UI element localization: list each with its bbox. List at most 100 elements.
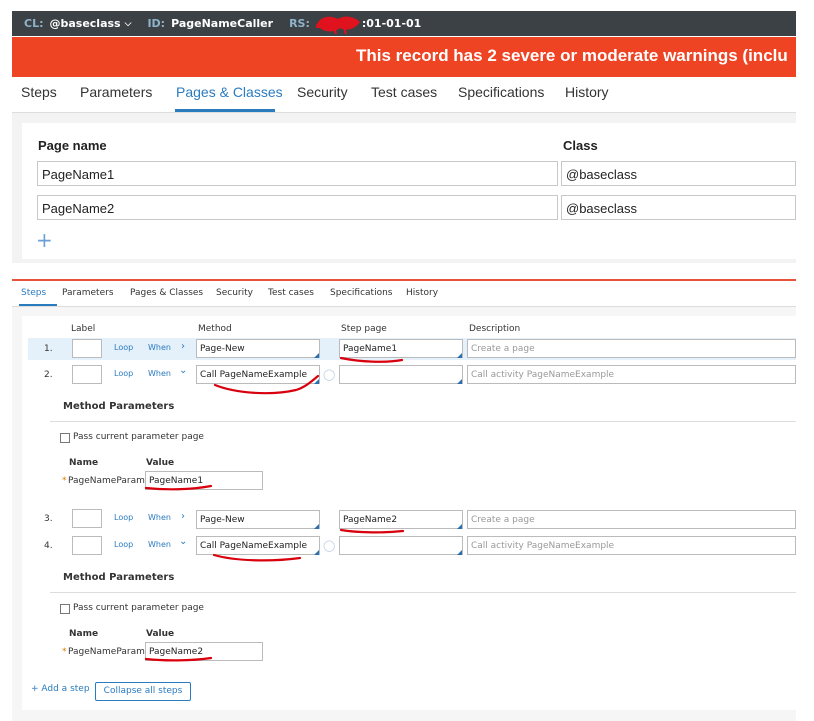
tab-test-cases[interactable]: Test cases bbox=[371, 84, 437, 100]
id-group: ID: PageNameCaller bbox=[147, 17, 273, 30]
chevron-down-icon[interactable]: ⌄ bbox=[179, 536, 187, 547]
step-page-input[interactable] bbox=[339, 536, 463, 555]
when-link[interactable]: When bbox=[148, 540, 171, 549]
loop-link[interactable]: Loop bbox=[114, 540, 133, 549]
col-header-label: Label bbox=[71, 324, 96, 334]
tab-history[interactable]: History bbox=[406, 288, 438, 298]
method-parameters-title: Method Parameters bbox=[63, 401, 175, 412]
step-label-input[interactable] bbox=[72, 509, 102, 528]
gear-icon[interactable]: ◯ bbox=[323, 539, 335, 552]
step-page-input[interactable] bbox=[339, 365, 463, 384]
cl-label: CL: bbox=[24, 17, 44, 30]
param-col-name: Name bbox=[69, 458, 99, 468]
tab-security[interactable]: Security bbox=[297, 84, 348, 100]
record-tabs-small: Steps Parameters Pages & Classes Securit… bbox=[12, 282, 796, 307]
id-value: PageNameCaller bbox=[171, 17, 274, 30]
step-label-input[interactable] bbox=[72, 365, 102, 384]
param-col-value: Value bbox=[146, 629, 175, 639]
gear-icon[interactable]: ◯ bbox=[323, 368, 335, 381]
when-link[interactable]: When bbox=[148, 513, 171, 522]
page-name-input[interactable]: PageName1 bbox=[37, 161, 558, 186]
step-number: 2. bbox=[44, 370, 53, 380]
add-step-link[interactable]: + Add a step bbox=[31, 684, 90, 694]
when-link[interactable]: When bbox=[148, 369, 171, 378]
param-value-input[interactable]: PageName1 bbox=[145, 471, 263, 490]
param-col-name: Name bbox=[69, 629, 99, 639]
tab-parameters[interactable]: Parameters bbox=[62, 288, 114, 298]
class-input[interactable]: @baseclass bbox=[561, 195, 796, 220]
param-value-input[interactable]: PageName2 bbox=[145, 642, 263, 661]
required-icon: * bbox=[62, 647, 67, 657]
method-input[interactable]: Call PageNameExample bbox=[196, 536, 320, 555]
step-page-input[interactable]: PageName2 bbox=[339, 510, 463, 529]
step-page-input[interactable]: PageName1 bbox=[339, 339, 463, 358]
step-label-input[interactable] bbox=[72, 536, 102, 555]
method-input[interactable]: Page-New bbox=[196, 339, 320, 358]
tab-parameters[interactable]: Parameters bbox=[80, 84, 152, 100]
redaction-scribble bbox=[314, 14, 362, 34]
active-tab-indicator bbox=[175, 109, 275, 112]
tab-steps[interactable]: Steps bbox=[21, 84, 57, 100]
autocomplete-corner-icon bbox=[457, 550, 462, 555]
description-input[interactable]: Create a page bbox=[467, 510, 796, 529]
chevron-right-icon[interactable]: › bbox=[181, 341, 185, 352]
loop-link[interactable]: Loop bbox=[114, 343, 133, 352]
tab-specifications[interactable]: Specifications bbox=[330, 288, 392, 298]
param-name: PageNameParam bbox=[68, 476, 145, 486]
col-header-class: Class bbox=[563, 138, 598, 153]
divider bbox=[50, 421, 796, 422]
pages-classes-card bbox=[22, 123, 796, 259]
autocomplete-corner-icon bbox=[457, 353, 462, 358]
tab-security[interactable]: Security bbox=[216, 288, 253, 298]
method-input[interactable]: Page-New bbox=[196, 510, 320, 529]
chevron-down-icon[interactable]: ⌵ bbox=[125, 19, 132, 29]
pass-param-page-label: Pass current parameter page bbox=[73, 432, 204, 442]
record-tabs: Steps Parameters Pages & Classes Securit… bbox=[12, 78, 796, 113]
pass-param-page-checkbox[interactable] bbox=[60, 604, 70, 614]
step-label-input[interactable] bbox=[72, 339, 102, 358]
autocomplete-corner-icon bbox=[314, 379, 319, 384]
pass-param-page-checkbox[interactable] bbox=[60, 433, 70, 443]
autocomplete-corner-icon bbox=[314, 550, 319, 555]
class-input[interactable]: @baseclass bbox=[561, 161, 796, 186]
tab-pages-classes[interactable]: Pages & Classes bbox=[130, 288, 203, 298]
col-header-description: Description bbox=[469, 324, 521, 334]
description-input[interactable]: Create a page bbox=[467, 339, 796, 358]
required-icon: * bbox=[62, 476, 67, 486]
tab-steps[interactable]: Steps bbox=[21, 288, 46, 298]
rs-group: RS: :01-01-01 bbox=[289, 14, 421, 34]
tab-test-cases[interactable]: Test cases bbox=[268, 288, 314, 298]
description-input[interactable]: Call activity PageNameExample bbox=[467, 365, 796, 384]
chevron-down-icon[interactable]: ⌄ bbox=[179, 365, 187, 376]
step-number: 1. bbox=[44, 344, 53, 354]
warning-banner[interactable]: This record has 2 severe or moderate war… bbox=[12, 37, 796, 77]
param-col-value: Value bbox=[146, 458, 175, 468]
autocomplete-corner-icon bbox=[457, 524, 462, 529]
autocomplete-corner-icon bbox=[457, 379, 462, 384]
loop-link[interactable]: Loop bbox=[114, 513, 133, 522]
method-parameters-title: Method Parameters bbox=[63, 572, 175, 583]
step-number: 3. bbox=[44, 514, 53, 524]
col-header-method: Method bbox=[198, 324, 232, 334]
method-input[interactable]: Call PageNameExample bbox=[196, 365, 320, 384]
rs-label: RS: bbox=[289, 17, 310, 30]
when-link[interactable]: When bbox=[148, 343, 171, 352]
loop-link[interactable]: Loop bbox=[114, 369, 133, 378]
class-group[interactable]: CL: @baseclass ⌵ bbox=[24, 17, 131, 30]
warning-text: This record has 2 severe or moderate war… bbox=[356, 46, 788, 65]
plus-icon[interactable]: + bbox=[36, 230, 53, 250]
divider bbox=[50, 592, 796, 593]
description-input[interactable]: Call activity PageNameExample bbox=[467, 536, 796, 555]
pass-param-page-label: Pass current parameter page bbox=[73, 603, 204, 613]
tab-history[interactable]: History bbox=[565, 84, 609, 100]
tab-pages-classes[interactable]: Pages & Classes bbox=[176, 84, 283, 100]
rs-value: :01-01-01 bbox=[361, 17, 422, 30]
chevron-right-icon[interactable]: › bbox=[181, 511, 185, 522]
autocomplete-corner-icon bbox=[314, 524, 319, 529]
step-number: 4. bbox=[44, 541, 53, 551]
autocomplete-corner-icon bbox=[314, 353, 319, 358]
collapse-all-steps-button[interactable]: Collapse all steps bbox=[95, 682, 191, 701]
page-name-input[interactable]: PageName2 bbox=[37, 195, 558, 220]
tab-specifications[interactable]: Specifications bbox=[458, 84, 544, 100]
col-header-step-page: Step page bbox=[341, 324, 387, 334]
